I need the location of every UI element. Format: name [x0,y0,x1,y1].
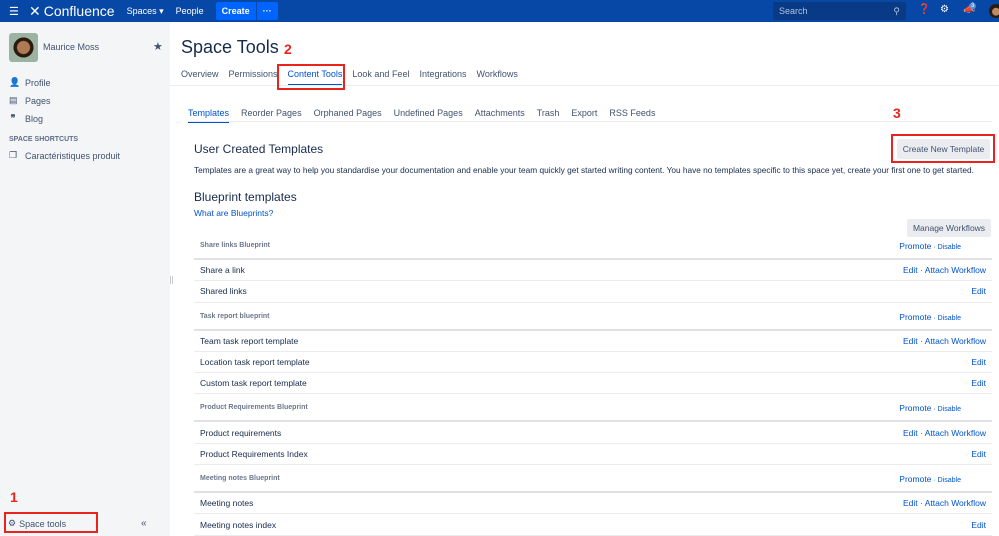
help-icon[interactable]: ❓ [918,4,930,15]
search-input[interactable]: Search ⚲ [773,2,906,20]
tab-look-and-feel[interactable]: Look and Feel [352,69,409,86]
sidebar-item-profile[interactable]: 👤 Profile [9,77,51,88]
blueprint-group-name: Meeting notes Blueprint [200,475,280,483]
promote-link[interactable]: Promote [899,474,931,484]
user-avatar[interactable] [989,4,999,18]
promote-link[interactable]: Promote [899,312,931,322]
templates-description: Templates are a great way to help you st… [194,165,974,175]
attach-workflow-link[interactable]: Attach Workflow [925,265,986,275]
menu-icon[interactable]: ☰ [9,5,23,18]
separator: · [917,427,925,438]
create-button[interactable]: Create [215,2,256,20]
page-title: Space Tools [181,37,279,57]
annotation-number: 2 [284,41,292,57]
blueprint-group-header: Task report blueprint Promote · Disable [194,303,992,331]
table-row: Meeting notes Edit · Attach Workflow [194,493,992,515]
template-name: Custom task report template [200,378,307,389]
shortcut-link[interactable]: ❐ Caractéristiques produit [9,150,120,161]
template-name: Product requirements [200,427,282,438]
confluence-icon: ✕ [29,2,41,19]
tab-workflows[interactable]: Workflows [476,69,517,86]
annotation-box-3 [891,134,995,163]
blueprint-group-name: Share links Blueprint [200,242,271,249]
blueprint-group-header: Product Requirements Blueprint Promote · … [194,394,992,423]
table-row: Location task report template Edit [194,352,992,374]
avatar[interactable] [9,33,38,62]
template-name: Product Requirements Index [200,448,308,459]
more-create-button[interactable]: ··· [256,2,278,20]
separator: · [917,265,925,276]
promote-link[interactable]: Promote [899,241,931,251]
annotation-box-1 [4,512,98,533]
person-icon: 👤 [9,77,21,87]
edit-link[interactable]: Edit [971,286,986,296]
blueprint-table: Share links Blueprint Promote · Disable Sh… [194,232,992,536]
disable-link[interactable]: Disable [938,477,961,484]
tab-integrations[interactable]: Integrations [419,69,466,86]
edit-link[interactable]: Edit [903,428,918,438]
edit-link[interactable]: Edit [971,520,986,530]
table-row: Shared links Edit [194,281,992,303]
template-name: Meeting notes index [200,519,277,530]
tab-overview[interactable]: Overview [181,69,219,86]
sidebar-item-blog[interactable]: ❞ Blog [9,113,43,124]
blueprint-group-header: Meeting notes Blueprint Promote · Disable [194,465,992,494]
space-name[interactable]: Maurice Moss [43,42,99,52]
template-name: Shared links [200,286,247,297]
template-name: Location task report template [200,357,310,368]
edit-link[interactable]: Edit [903,336,918,346]
table-row: Custom task report template Edit [194,373,992,395]
collapse-sidebar-button[interactable]: « [141,518,147,529]
divider [188,121,992,122]
annotation-number: 1 [10,489,18,505]
space-tools-tabs: Overview Permissions Content Tools Look … [181,69,518,86]
pages-icon: ▤ [9,95,18,105]
search-icon: ⚲ [893,5,900,16]
copy-icon: ❐ [9,150,18,160]
template-name: Share a link [200,265,245,276]
annotation-box-2 [277,64,345,90]
table-row: Product Requirements Index Edit [194,444,992,466]
tab-permissions[interactable]: Permissions [229,69,278,86]
blueprint-templates-heading: Blueprint templates [194,190,297,204]
edit-link[interactable]: Edit [903,265,918,275]
annotation-number: 3 [893,105,901,121]
confluence-logo[interactable]: ✕ Confluence [29,3,115,20]
quote-icon: ❞ [10,113,16,123]
blueprint-group-header: Share links Blueprint Promote · Disable [194,232,992,260]
edit-link[interactable]: Edit [971,378,986,388]
star-icon[interactable]: ★ [153,40,163,53]
attach-workflow-link[interactable]: Attach Workflow [925,428,986,438]
attach-workflow-link[interactable]: Attach Workflow [925,498,986,508]
table-row: Meeting notes index Edit [194,514,992,536]
disable-link[interactable]: Disable [938,406,961,413]
sidebar-item-pages[interactable]: ▤ Pages [9,95,51,106]
what-are-blueprints-link[interactable]: What are Blueprints? [194,208,273,218]
blueprint-group-name: Task report blueprint [200,312,270,320]
edit-link[interactable]: Edit [971,357,986,367]
table-row: Team task report template Edit · Attach W… [194,331,992,352]
table-row: Share a link Edit · Attach Workflow [194,260,992,282]
edit-link[interactable]: Edit [903,498,918,508]
template-name: Meeting notes [200,498,254,509]
template-name: Team task report template [200,335,299,346]
people-link[interactable]: People [176,6,204,16]
sidebar: Maurice Moss ★ 👤 Profile ▤ Pages ❞ Blog SPA… [0,22,170,536]
disable-link[interactable]: Disable [938,244,961,251]
blueprint-group-name: Product Requirements Blueprint [200,404,308,412]
gear-icon[interactable]: ⚙ [940,4,949,15]
separator: · [917,498,925,509]
attach-workflow-link[interactable]: Attach Workflow [925,336,986,346]
space-shortcuts-header: SPACE SHORTCUTS [9,136,79,143]
table-row: Product requirements Edit · Attach Workfl… [194,422,992,444]
user-templates-heading: User Created Templates [194,142,324,156]
promote-link[interactable]: Promote [899,403,931,413]
edit-link[interactable]: Edit [971,449,986,459]
separator: · [917,335,925,346]
spaces-menu[interactable]: Spaces ▾ [127,6,164,17]
disable-link[interactable]: Disable [938,315,961,322]
sidebar-resize-handle[interactable] [170,276,173,284]
